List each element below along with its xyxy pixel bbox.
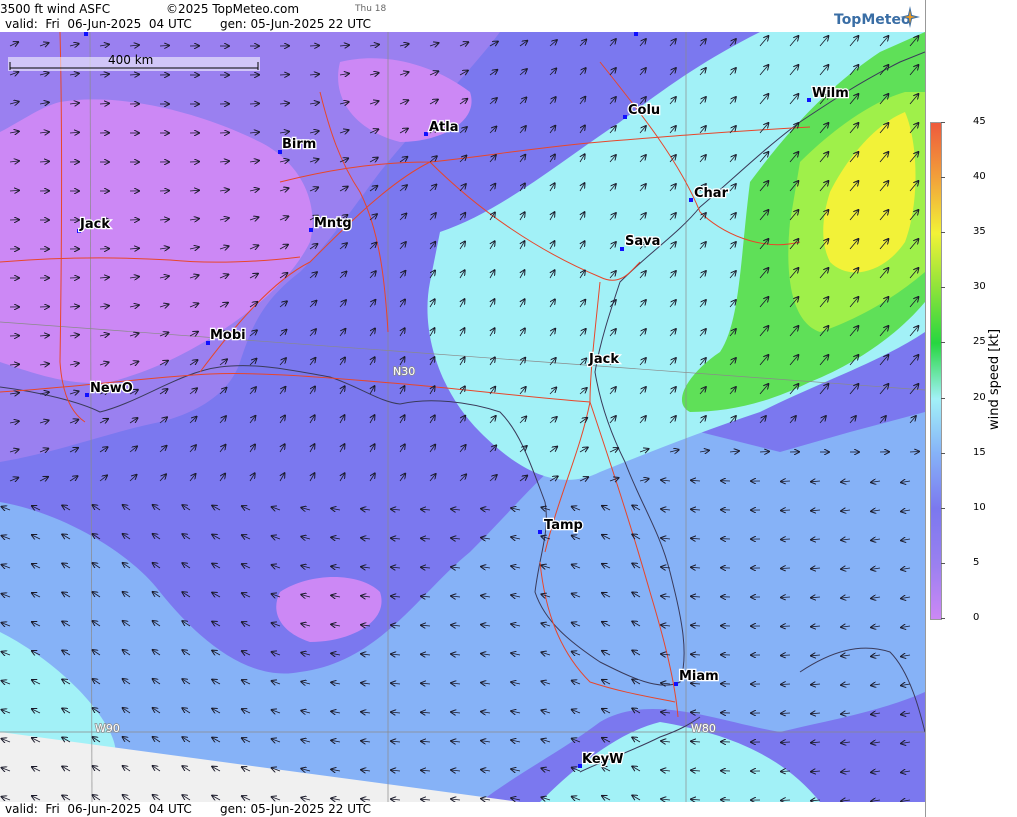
legend-tick-mark xyxy=(941,177,945,179)
city-dot xyxy=(674,682,678,686)
legend-tick-mark xyxy=(941,342,945,344)
legend-tick-mark xyxy=(941,562,945,564)
wind-arrow xyxy=(781,568,791,569)
wind-arrow xyxy=(781,742,791,743)
product-title: 3500 ft wind ASFC xyxy=(0,2,111,16)
wind-arrow xyxy=(781,539,791,540)
city-label-mobile[interactable]: Mobi xyxy=(209,327,247,345)
wind-arrow xyxy=(781,684,791,685)
city-label-key-west[interactable]: KeyW xyxy=(581,751,625,769)
legend-tick-label: 20 xyxy=(973,391,986,403)
city-label-atlanta[interactable]: Atla xyxy=(428,119,460,137)
lon-label-w90: W90 xyxy=(95,722,120,735)
compass-star-icon xyxy=(900,6,920,32)
small-run-tag: Thu 18 xyxy=(355,4,387,14)
city-dot xyxy=(623,115,627,119)
legend-title: wind speed [kt] xyxy=(987,328,1002,430)
city-dot xyxy=(538,530,542,534)
topmeteo-logo[interactable]: TopMeteo xyxy=(834,6,920,28)
legend-tick-mark xyxy=(941,232,945,234)
map-canvas[interactable]: 400 km N30 W90 W80 Jack Birm Atla Colu W… xyxy=(0,32,925,802)
city-dot xyxy=(85,393,89,397)
legend-tick-mark xyxy=(941,397,945,399)
city-dot xyxy=(84,32,88,36)
city-label-miami[interactable]: Miam xyxy=(678,668,720,686)
legend-tick-label: 30 xyxy=(973,281,986,293)
wind-arrow xyxy=(759,452,769,453)
wind-arrow xyxy=(781,510,791,511)
wind-speed-map[interactable]: 400 km N30 W90 W80 Jack Birm Atla Colu W… xyxy=(0,32,925,802)
city-label-charleston[interactable]: Char xyxy=(693,185,730,203)
city-dot xyxy=(807,98,811,102)
wind-arrow xyxy=(159,46,169,47)
wind-speed-legend: 0 5 10 15 20 25 30 35 40 45 xyxy=(925,0,1017,817)
legend-tick-label: 10 xyxy=(973,501,986,513)
wind-arrow xyxy=(781,626,791,627)
valid-time: valid: Fri 06-Jun-2025 04 UTC xyxy=(5,17,192,31)
legend-tick-label: 15 xyxy=(973,446,986,458)
wind-arrow xyxy=(249,104,259,105)
wind-arrow xyxy=(781,771,791,772)
city-label-birmingham[interactable]: Birm xyxy=(281,136,318,154)
wind-arrow xyxy=(309,46,319,47)
footer-valid-time: valid: Fri 06-Jun-2025 04 UTC xyxy=(5,802,192,816)
legend-tick-label: 5 xyxy=(973,556,980,568)
footer-generated-time: gen: 05-Jun-2025 22 UTC xyxy=(220,802,372,816)
city-label-columbia[interactable]: Colu xyxy=(627,102,662,120)
legend-tick-label: 40 xyxy=(973,171,986,183)
legend-tick-mark xyxy=(941,452,945,454)
weather-map-page: 3500 ft wind ASFC ©2025 TopMeteo.com Thu… xyxy=(0,0,1017,817)
city-label-jackson[interactable]: Jack xyxy=(78,216,112,234)
city-dot xyxy=(309,228,313,232)
legend-tick-label: 0 xyxy=(973,612,980,623)
wind-arrow xyxy=(279,75,289,76)
city-label-wilmington[interactable]: Wilm xyxy=(811,85,850,103)
legend-tick-label: 25 xyxy=(973,336,986,348)
legend-color-bar xyxy=(930,122,942,620)
city-label-new-orleans[interactable]: NewO xyxy=(89,380,134,398)
city-dot xyxy=(424,132,428,136)
wind-arrow xyxy=(781,800,791,801)
legend-tick-mark xyxy=(941,507,945,509)
legend-tick-label: 45 xyxy=(973,116,986,127)
city-dot xyxy=(689,198,693,202)
copyright-text: ©2025 TopMeteo.com xyxy=(166,2,300,16)
wind-arrow xyxy=(781,597,791,598)
city-dot xyxy=(620,247,624,251)
city-label-jacksonville[interactable]: Jack xyxy=(587,351,621,369)
wind-arrow xyxy=(781,655,791,656)
city-dot xyxy=(634,32,638,36)
legend-tick-mark xyxy=(941,122,945,123)
generated-time: gen: 05-Jun-2025 22 UTC xyxy=(220,17,372,31)
city-label-savannah[interactable]: Sava xyxy=(624,233,662,251)
city-label-tampa[interactable]: Tamp xyxy=(543,517,584,535)
wind-arrow xyxy=(909,452,919,453)
wind-arrow xyxy=(781,481,791,482)
lat-label-n30: N30 xyxy=(393,365,415,378)
lon-label-w80: W80 xyxy=(691,722,716,735)
scale-label: 400 km xyxy=(108,53,153,67)
legend-tick-label: 35 xyxy=(973,226,986,238)
wind-arrow xyxy=(781,713,791,714)
city-label-montgomery[interactable]: Mntg xyxy=(313,215,353,233)
wind-speed-field xyxy=(0,32,925,802)
legend-tick-mark xyxy=(941,287,945,289)
legend-tick-mark xyxy=(941,618,945,619)
